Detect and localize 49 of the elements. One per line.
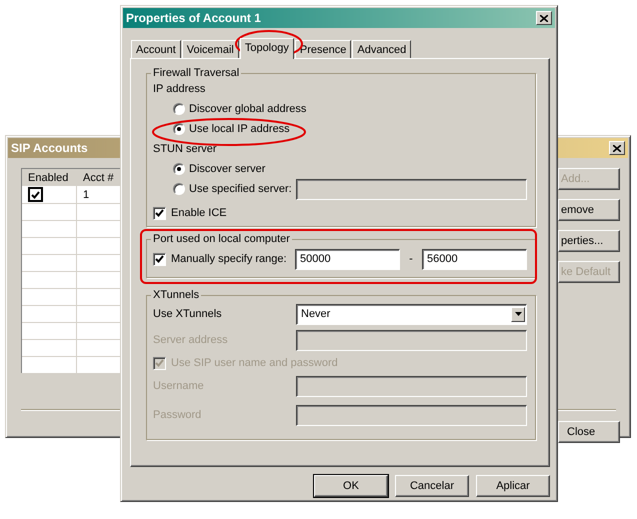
dialog-button[interactable]: Cancelar [395, 475, 469, 497]
tab[interactable]: Voicemail [182, 40, 239, 58]
radio-button[interactable] [173, 103, 185, 115]
option-label: Discover server [189, 163, 266, 175]
checkbox[interactable] [153, 206, 166, 220]
checkbox[interactable] [153, 252, 166, 266]
range-separator: - [408, 253, 414, 265]
radio-button[interactable] [173, 183, 185, 195]
field-label: Server address [153, 334, 229, 346]
table-cell-text: 1 [82, 188, 90, 200]
password-field[interactable] [296, 404, 527, 426]
group-title: XTunnels [152, 289, 200, 301]
close-icon[interactable] [609, 141, 625, 155]
column-header: Acct # [82, 172, 114, 184]
close-icon[interactable] [536, 11, 552, 25]
tab[interactable]: Account [131, 40, 181, 58]
dialog-button[interactable]: OK [314, 475, 388, 497]
action-button[interactable]: emove [558, 199, 620, 221]
dialog-title: Properties of Account 1 [126, 11, 261, 25]
window-title: SIP Accounts [11, 141, 88, 155]
group-title: Firewall Traversal [152, 67, 240, 79]
field-label: Password [153, 409, 202, 421]
checkbox[interactable] [28, 187, 43, 202]
radio-button[interactable] [173, 163, 185, 175]
checkbox-label: Use SIP user name and password [171, 357, 338, 369]
option-label: Discover global address [189, 103, 306, 115]
server-field[interactable] [296, 178, 527, 200]
tab[interactable]: Topology [240, 38, 294, 59]
field-label: Use XTunnels [153, 308, 223, 320]
option-label: Use specified server: [189, 183, 293, 195]
tab[interactable]: Presence [294, 40, 352, 58]
section-label: IP address [153, 83, 206, 95]
action-button[interactable]: perties... [558, 230, 620, 252]
port-from-field[interactable]: 50000 [295, 248, 400, 270]
checkbox-label: Manually specify range: [171, 253, 288, 265]
close-button[interactable]: Close [558, 421, 620, 443]
tab[interactable]: Advanced [352, 40, 412, 58]
dialog-button[interactable]: Aplicar [476, 475, 550, 497]
group-title: Port used on local computer [152, 233, 291, 245]
column-header: Enabled [22, 169, 77, 186]
checkmark-icon [31, 190, 40, 198]
username-field[interactable] [296, 376, 527, 396]
field-label: Username [153, 380, 205, 392]
port-to-field[interactable]: 56000 [422, 248, 527, 270]
checkbox-label: Enable ICE [171, 207, 227, 219]
server-address-field[interactable] [296, 330, 527, 350]
radio-button[interactable] [173, 123, 185, 135]
section-label: STUN server [153, 143, 217, 155]
option-label: Use local IP address [189, 123, 290, 135]
